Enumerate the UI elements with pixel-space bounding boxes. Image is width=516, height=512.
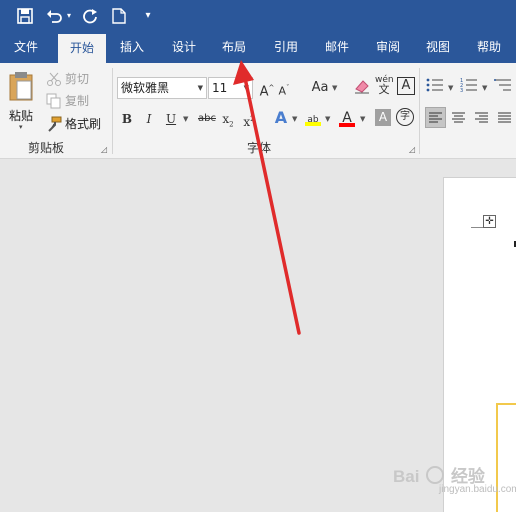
undo-icon[interactable] xyxy=(44,0,64,31)
new-document-icon[interactable] xyxy=(110,0,128,31)
highlight-color-swatch xyxy=(305,122,321,126)
tab-file[interactable]: 文件 xyxy=(6,31,46,63)
tab-layout[interactable]: 布局 xyxy=(214,31,254,63)
numbering-button[interactable]: 123 xyxy=(460,77,478,95)
group-separator xyxy=(419,68,420,154)
phonetic-sub-label: 文 xyxy=(378,83,390,96)
cut-button[interactable]: 剪切 xyxy=(46,71,98,87)
font-color-swatch xyxy=(339,123,355,127)
tab-home[interactable]: 开始 xyxy=(58,34,106,63)
align-right-button[interactable] xyxy=(472,108,491,127)
bullets-dropdown-icon[interactable]: ▼ xyxy=(448,84,453,92)
numbering-dropdown-icon[interactable]: ▼ xyxy=(482,84,487,92)
watermark-subtext: jingyan.baidu.com xyxy=(439,484,516,495)
align-right-icon xyxy=(475,112,488,123)
align-left-icon xyxy=(429,112,442,123)
highlight-dropdown-icon[interactable]: ▼ xyxy=(325,115,330,123)
character-shading-button[interactable]: A xyxy=(375,109,391,126)
cut-label: 剪切 xyxy=(65,72,90,86)
save-icon[interactable] xyxy=(14,0,36,31)
ribbon-tabs: 文件 开始 插入 设计 布局 引用 邮件 审阅 视图 帮助 xyxy=(0,31,516,63)
bold-button[interactable]: B xyxy=(119,109,135,129)
tab-design[interactable]: 设计 xyxy=(164,31,204,63)
font-name-combo[interactable]: 微软雅黑 ▼ xyxy=(117,77,207,99)
multilevel-list-icon xyxy=(494,79,511,91)
tab-review[interactable]: 审阅 xyxy=(368,31,408,63)
watermark-text: Bai xyxy=(393,467,420,486)
paste-icon xyxy=(9,72,33,101)
italic-button[interactable]: I xyxy=(141,109,157,129)
copy-icon xyxy=(46,93,62,109)
phonetic-guide-button[interactable]: wén 文 xyxy=(375,75,394,97)
eraser-icon xyxy=(355,80,369,94)
redo-icon[interactable] xyxy=(80,0,100,31)
font-size-value: 11 xyxy=(212,81,228,95)
watermark-logo: Bai 经验 jingyan.baidu.com xyxy=(393,462,516,502)
bullet-list-icon xyxy=(426,78,443,92)
chevron-down-icon: ▼ xyxy=(197,84,203,92)
font-size-combo[interactable]: 11 ▼ xyxy=(208,77,253,99)
customize-toolbar-icon[interactable]: ▾ xyxy=(142,0,154,31)
tab-help[interactable]: 帮助 xyxy=(469,31,509,63)
bullets-button[interactable] xyxy=(426,77,444,95)
enclose-characters-button[interactable]: 字 xyxy=(396,108,414,126)
font-dialog-launcher-icon[interactable]: ◿ xyxy=(409,145,415,154)
align-left-button[interactable] xyxy=(425,107,446,128)
clear-formatting-button[interactable] xyxy=(353,77,371,97)
svg-text:3: 3 xyxy=(460,88,463,93)
align-center-button[interactable] xyxy=(449,108,468,127)
copy-label: 复制 xyxy=(65,94,90,108)
chevron-down-icon: ▼ xyxy=(243,84,249,92)
format-painter-label: 格式刷 xyxy=(65,117,102,131)
scissors-icon xyxy=(46,71,62,87)
justify-button[interactable] xyxy=(495,108,514,127)
tab-mailings[interactable]: 邮件 xyxy=(317,31,357,63)
table-move-handle-icon[interactable]: ✛ xyxy=(483,215,496,228)
undo-dropdown-icon[interactable]: ▾ xyxy=(64,0,74,31)
title-bar: ▾ ▾ xyxy=(0,0,516,31)
underline-dropdown-icon[interactable]: ▼ xyxy=(183,115,188,123)
paw-icon xyxy=(426,466,445,484)
tab-insert[interactable]: 插入 xyxy=(112,31,152,63)
paste-label: 粘贴 xyxy=(9,109,34,123)
text-effects-button[interactable]: A xyxy=(272,108,290,128)
superscript-button[interactable]: x2 xyxy=(241,109,257,129)
ribbon: 粘贴 ▾ 剪切 复制 格式刷 剪贴板 ◿ 微软雅黑 ▼ 11 ▼ A^ Aˇ A… xyxy=(0,63,516,159)
multilevel-list-button[interactable] xyxy=(494,77,512,95)
highlight-color-button[interactable]: ab xyxy=(304,107,322,129)
format-painter-icon xyxy=(46,116,62,132)
character-border-button[interactable]: A xyxy=(397,77,415,95)
numbered-list-icon: 123 xyxy=(460,78,477,94)
clipboard-dialog-launcher-icon[interactable]: ◿ xyxy=(101,145,107,154)
justify-icon xyxy=(498,112,511,123)
strikethrough-button[interactable]: abc xyxy=(197,109,217,129)
shrink-font-button[interactable]: Aˇ xyxy=(276,78,292,98)
change-case-dropdown-icon[interactable]: ▼ xyxy=(332,84,337,92)
text-effects-dropdown-icon[interactable]: ▼ xyxy=(292,115,297,123)
underline-button[interactable]: U xyxy=(163,109,179,129)
font-name-value: 微软雅黑 xyxy=(121,81,170,95)
subscript-button[interactable]: x2 xyxy=(220,109,236,129)
group-separator xyxy=(112,68,113,154)
align-center-icon xyxy=(452,112,465,123)
paste-dropdown-icon[interactable]: ▾ xyxy=(19,123,23,131)
copy-button[interactable]: 复制 xyxy=(46,93,98,109)
grow-font-button[interactable]: A^ xyxy=(259,78,275,99)
change-case-button[interactable]: Aa xyxy=(309,78,331,98)
font-color-button[interactable]: A xyxy=(338,107,356,129)
clipboard-group-label: 剪贴板 xyxy=(28,141,65,155)
format-painter-button[interactable]: 格式刷 xyxy=(46,116,106,132)
tab-view[interactable]: 视图 xyxy=(418,31,458,63)
tab-references[interactable]: 引用 xyxy=(266,31,306,63)
font-color-dropdown-icon[interactable]: ▼ xyxy=(360,115,365,123)
paste-button[interactable]: 粘贴 ▾ xyxy=(4,67,40,137)
font-group-label: 字体 xyxy=(247,141,272,155)
